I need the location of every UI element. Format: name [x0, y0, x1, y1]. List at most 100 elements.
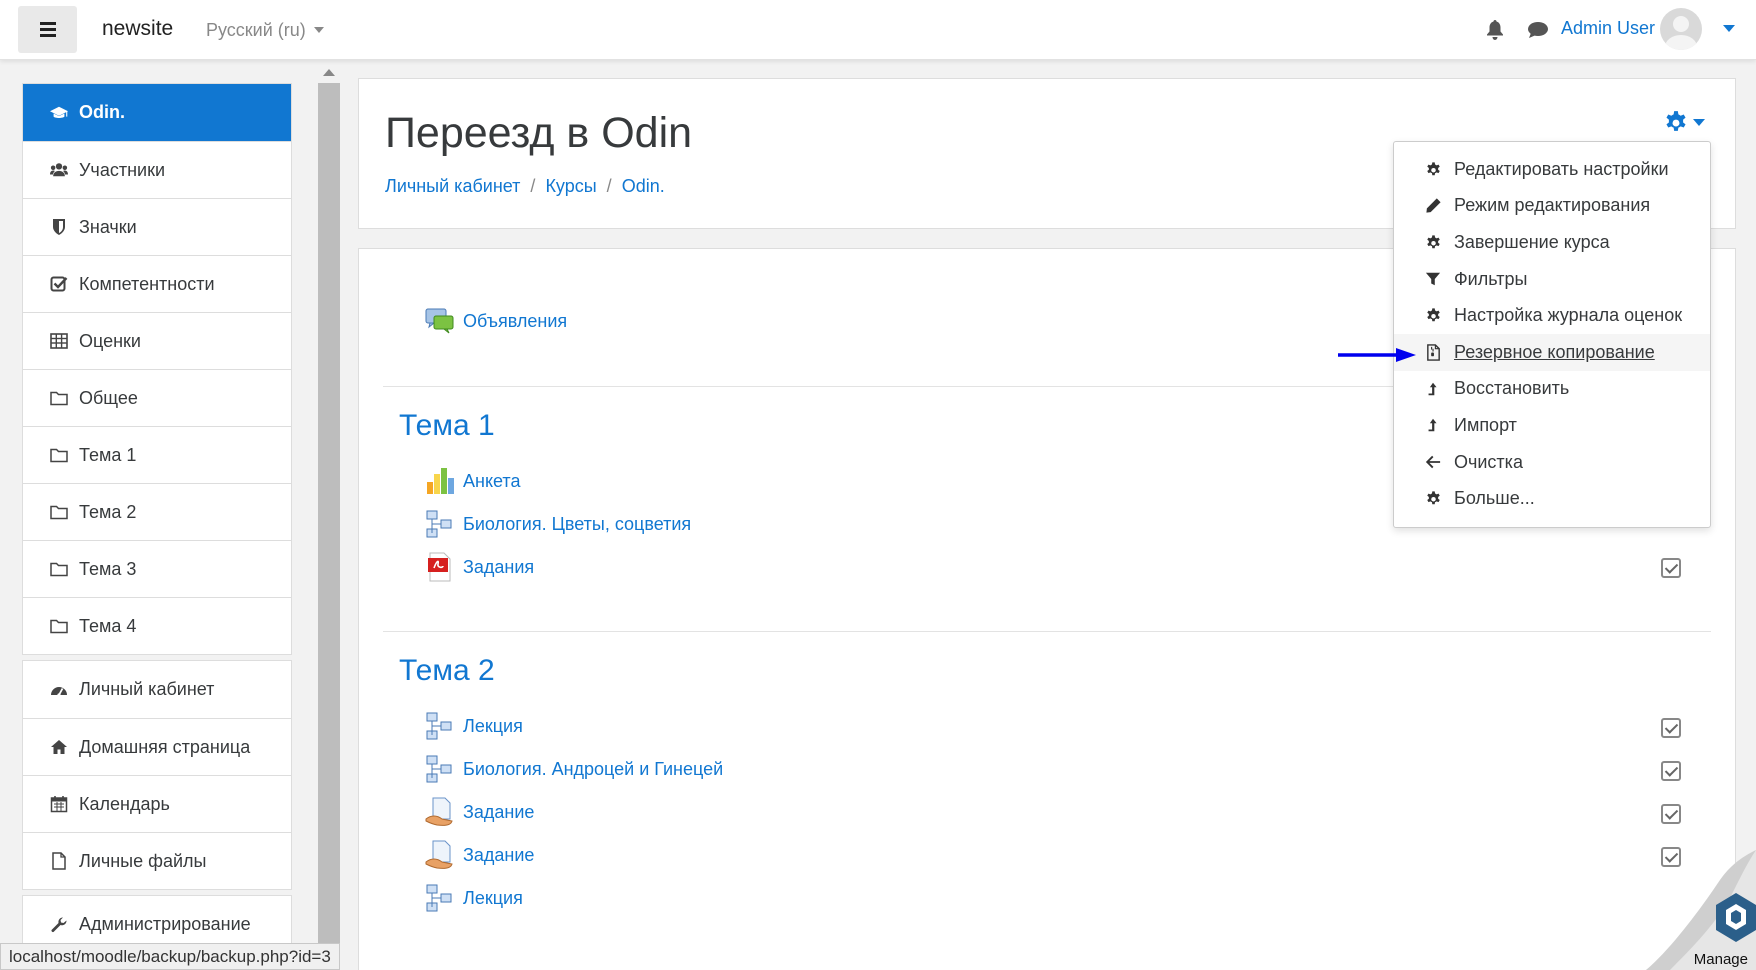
site-nav-group: Личный кабинет Домашняя страница Календа… [22, 660, 292, 890]
completion-checkbox[interactable] [1661, 558, 1681, 578]
avatar[interactable] [1660, 8, 1702, 50]
activity-lesson[interactable]: Биология. Андроцей и Гинецей [425, 754, 723, 784]
course-actions-button[interactable] [1663, 109, 1705, 135]
sidebar-item-grades[interactable]: Оценки [23, 312, 291, 369]
breadcrumb-course[interactable]: Odin. [622, 176, 665, 196]
pdf-icon [425, 552, 455, 582]
file-icon [49, 852, 69, 870]
sidebar-item-topic-2[interactable]: Тема 2 [23, 483, 291, 540]
menu-item-label: Редактировать настройки [1454, 158, 1669, 179]
language-selector[interactable]: Русский (ru) [206, 20, 324, 41]
menu-item-edit-settings[interactable]: Редактировать настройки [1394, 151, 1710, 188]
menu-item-editing-mode[interactable]: Режим редактирования [1394, 188, 1710, 225]
level-up-icon [1424, 380, 1442, 398]
folder-icon [49, 560, 69, 578]
assignment-icon [425, 797, 455, 827]
sidebar-item-home[interactable]: Домашняя страница [23, 718, 291, 775]
breadcrumb: Личный кабинет / Курсы / Odin. [385, 176, 665, 197]
file-archive-icon [1424, 343, 1442, 361]
annotation-arrow-icon [1338, 348, 1416, 362]
gear-icon [1424, 490, 1442, 508]
lesson-icon [425, 754, 455, 784]
sidebar-item-topic-3[interactable]: Тема 3 [23, 540, 291, 597]
activity-lesson[interactable]: Биология. Цветы, соцветия [425, 509, 691, 539]
activity-label: Лекция [463, 887, 523, 908]
menu-toggle-button[interactable] [18, 6, 77, 53]
activity-lesson[interactable]: Лекция [425, 883, 523, 913]
level-up-icon [1424, 416, 1442, 434]
site-brand[interactable]: newsite [102, 17, 173, 41]
section-title[interactable]: Тема 2 [399, 654, 495, 688]
folder-icon [49, 617, 69, 635]
home-icon [49, 738, 69, 756]
menu-item-course-completion[interactable]: Завершение курса [1394, 224, 1710, 261]
wrench-icon [49, 916, 69, 934]
sidebar-item-label: Тема 2 [79, 501, 137, 522]
menu-item-backup[interactable]: Резервное копирование [1394, 333, 1710, 371]
sidebar-item-calendar[interactable]: Календарь [23, 775, 291, 832]
sidebar-item-participants[interactable]: Участники [23, 141, 291, 198]
sidebar-item-private-files[interactable]: Личные файлы [23, 832, 291, 889]
menu-item-restore[interactable]: Восстановить [1394, 371, 1710, 408]
sidebar-item-dashboard[interactable]: Личный кабинет [23, 661, 291, 718]
activity-label: Лекция [463, 715, 523, 736]
lesson-icon [425, 509, 455, 539]
hamburger-icon [39, 28, 56, 31]
assignment-icon [425, 840, 455, 870]
scroll-up-icon[interactable] [323, 69, 335, 76]
activity-lesson[interactable]: Лекция [425, 711, 523, 741]
sidebar-item-badges[interactable]: Значки [23, 198, 291, 255]
users-icon [49, 161, 69, 179]
sidebar-item-course[interactable]: Odin. [23, 84, 291, 141]
user-name[interactable]: Admin User [1561, 18, 1655, 39]
section-title[interactable]: Тема 1 [399, 409, 495, 443]
activity-feedback[interactable]: Анкета [425, 466, 521, 496]
manage-label: Manage [1693, 951, 1748, 968]
section-divider [383, 631, 1711, 632]
chevron-down-icon [1693, 118, 1705, 126]
activity-label: Объявления [463, 310, 568, 331]
scrollbar-thumb[interactable] [318, 83, 340, 970]
sidebar-scrollbar[interactable] [318, 63, 340, 970]
menu-item-filters[interactable]: Фильтры [1394, 261, 1710, 298]
sidebar-item-topic-1[interactable]: Тема 1 [23, 426, 291, 483]
top-navbar: newsite Русский (ru) Admin User [0, 0, 1756, 60]
sidebar-item-general[interactable]: Общее [23, 369, 291, 426]
completion-checkbox[interactable] [1661, 761, 1681, 781]
course-nav-group: Odin. Участники Значки Компетентности Оц… [22, 83, 292, 655]
sidebar-item-topic-4[interactable]: Тема 4 [23, 597, 291, 654]
menu-item-label: Восстановить [1454, 378, 1570, 399]
course-actions-menu: Редактировать настройки Режим редактиров… [1393, 141, 1711, 528]
menu-item-label: Завершение курса [1454, 231, 1610, 252]
sidebar-item-label: Тема 3 [79, 558, 137, 579]
menu-item-label: Фильтры [1454, 268, 1528, 289]
activity-label: Биология. Цветы, соцветия [463, 513, 692, 534]
activity-forum[interactable]: Объявления [425, 306, 567, 336]
gear-icon [1424, 307, 1442, 325]
menu-item-label: Очистка [1454, 451, 1523, 472]
sidebar-item-label: Календарь [79, 793, 170, 814]
table-icon [49, 332, 69, 350]
menu-item-reset[interactable]: Очистка [1394, 444, 1710, 481]
forum-icon [425, 306, 455, 336]
chat-icon[interactable] [1528, 22, 1548, 38]
menu-item-more[interactable]: Больше... [1394, 480, 1710, 517]
manage-widget[interactable]: Manage [1630, 850, 1756, 970]
activity-assignment[interactable]: Задание [425, 840, 534, 870]
breadcrumb-dashboard[interactable]: Личный кабинет [385, 176, 520, 196]
bell-icon[interactable] [1486, 20, 1504, 40]
user-menu-chevron-icon[interactable] [1723, 25, 1735, 32]
menu-item-gradebook-setup[interactable]: Настройка журнала оценок [1394, 297, 1710, 334]
activity-label: Биология. Андроцей и Гинецей [463, 758, 724, 779]
sidebar-item-label: Значки [79, 216, 137, 237]
menu-item-import[interactable]: Импорт [1394, 407, 1710, 444]
completion-checkbox[interactable] [1661, 718, 1681, 738]
sidebar-item-competencies[interactable]: Компетентности [23, 255, 291, 312]
breadcrumb-courses[interactable]: Курсы [545, 176, 596, 196]
breadcrumb-separator: / [530, 176, 536, 196]
menu-item-label: Настройка журнала оценок [1454, 305, 1683, 326]
activity-pdf-resource[interactable]: Задания [425, 552, 534, 582]
completion-checkbox[interactable] [1661, 804, 1681, 824]
folder-icon [49, 389, 69, 407]
activity-assignment[interactable]: Задание [425, 797, 534, 827]
